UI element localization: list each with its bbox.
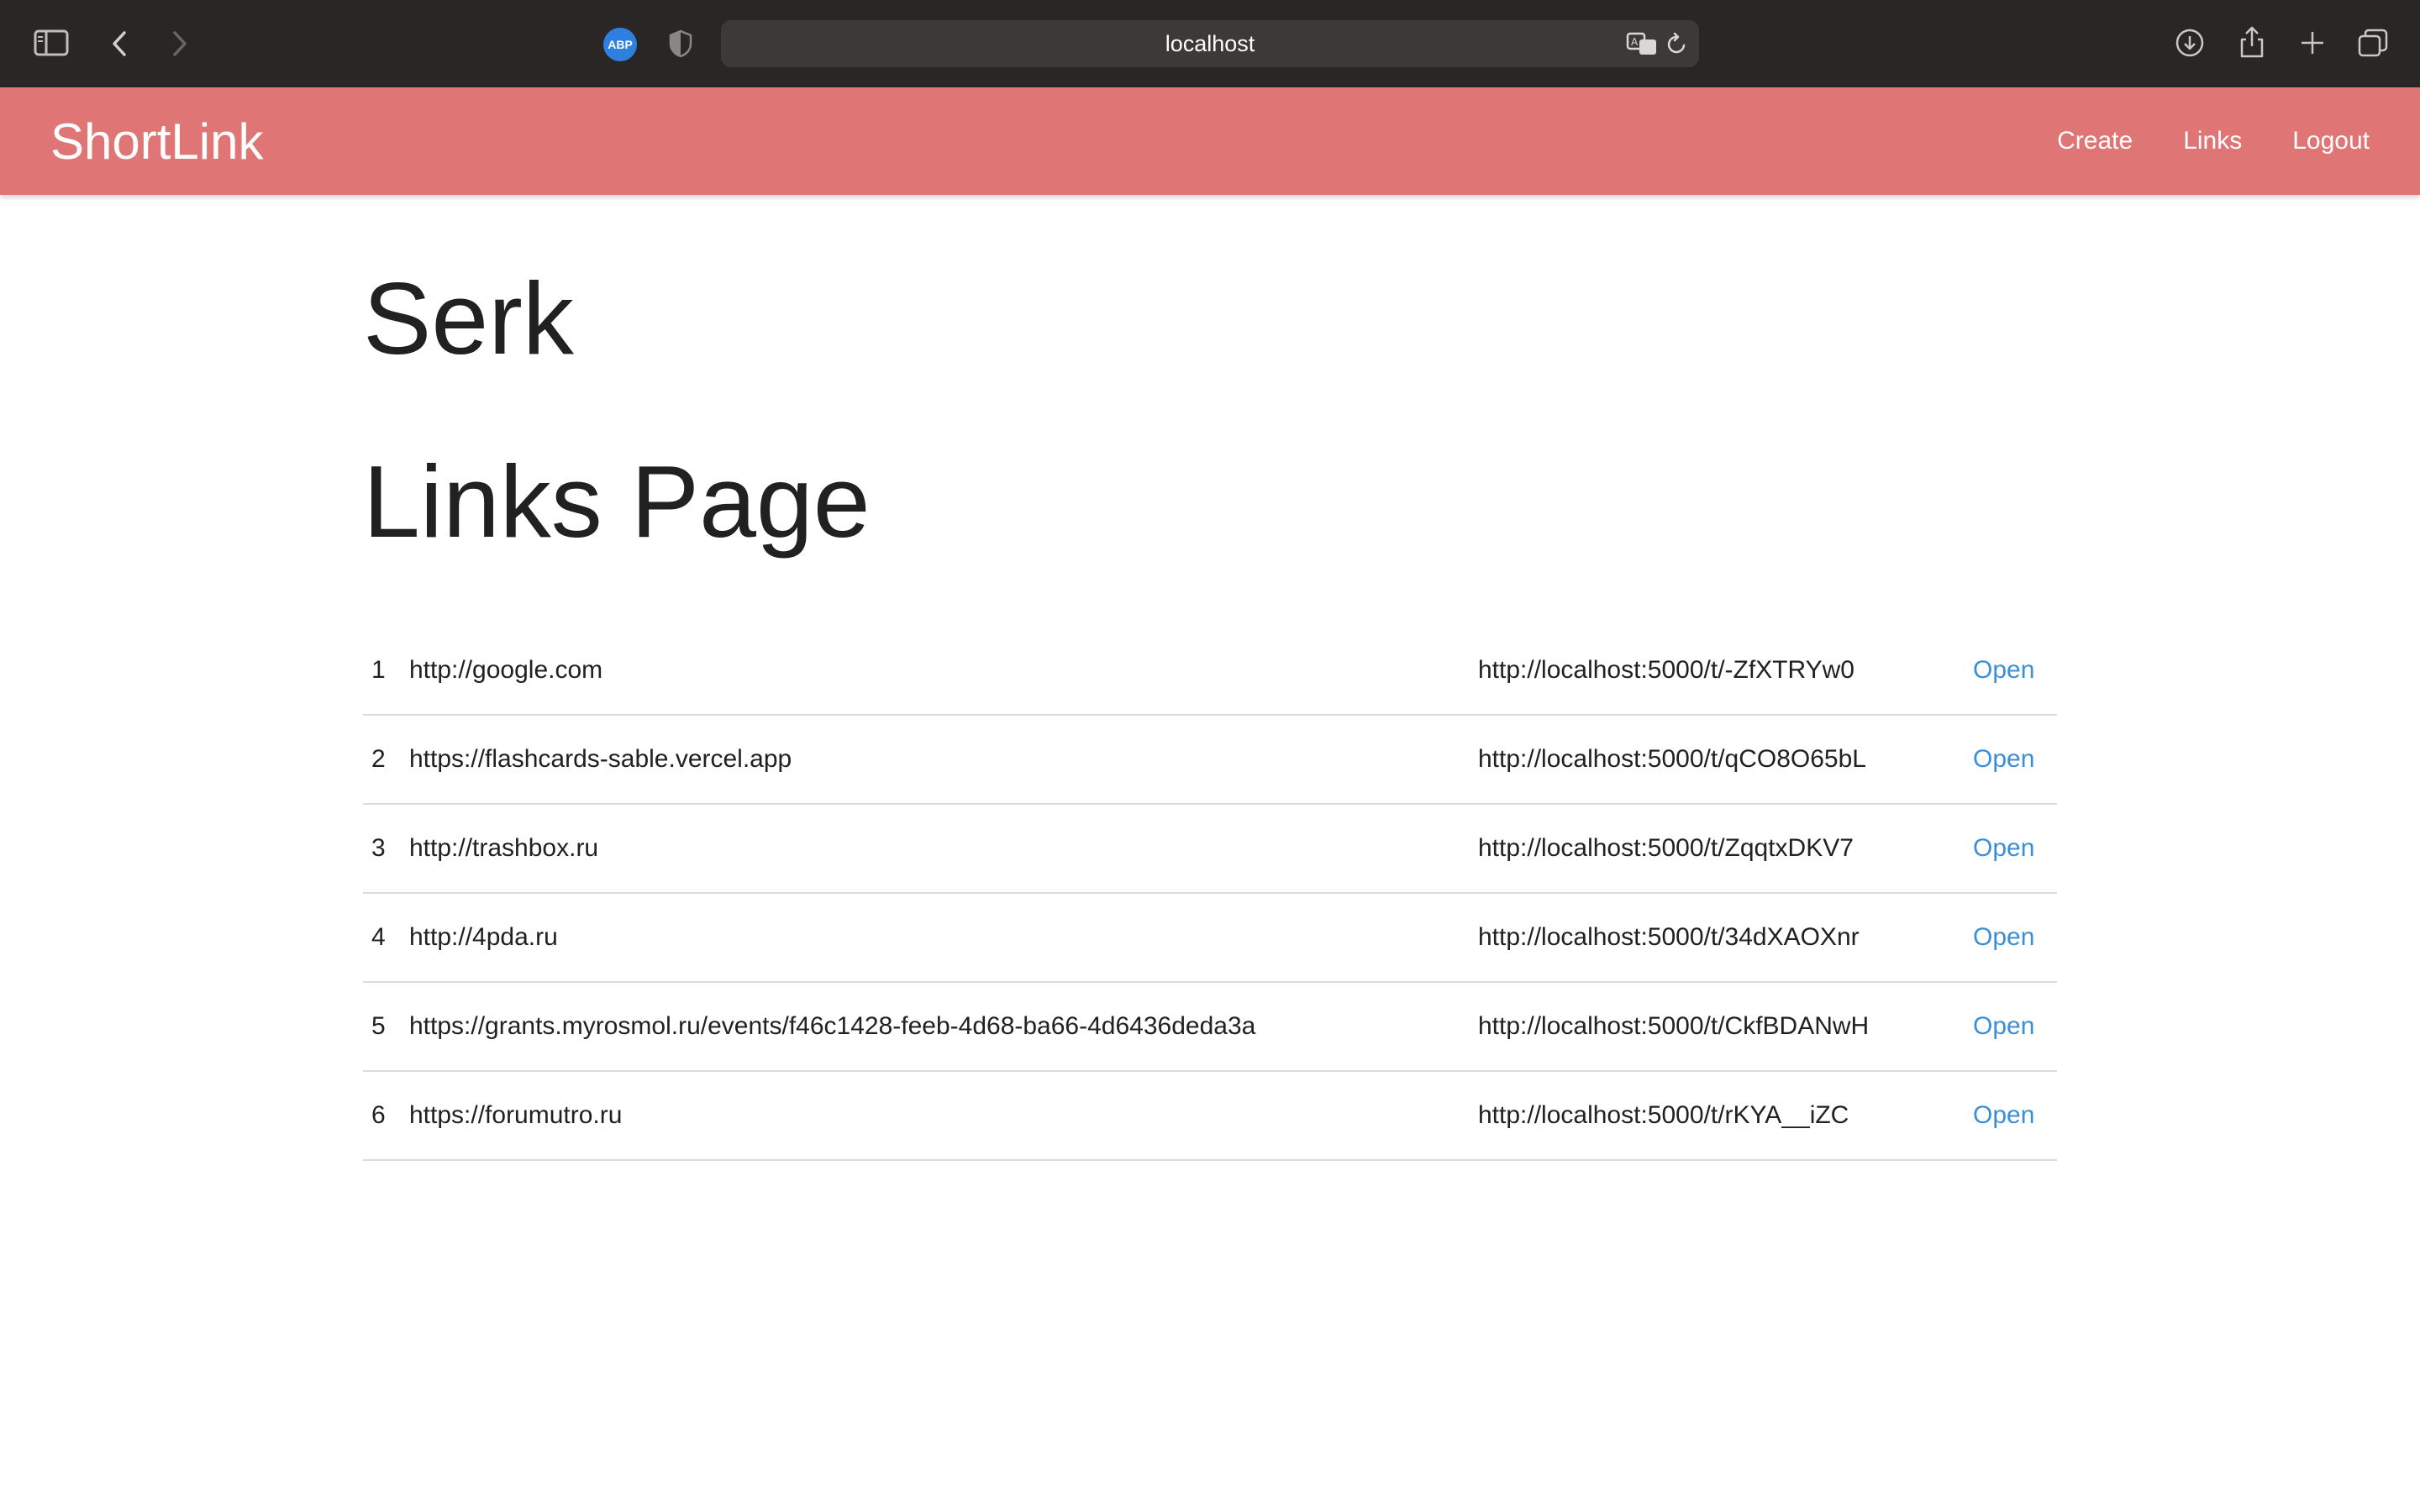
back-icon[interactable] — [104, 27, 134, 60]
row-number: 3 — [371, 834, 386, 862]
row-number: 6 — [371, 1101, 386, 1129]
open-link[interactable]: Open — [1973, 805, 2034, 892]
new-tab-icon[interactable] — [2296, 25, 2329, 60]
open-link[interactable]: Open — [1973, 716, 2034, 803]
open-link[interactable]: Open — [1973, 627, 2034, 714]
open-link[interactable]: Open — [1973, 894, 2034, 981]
original-url: https://forumutro.ru — [409, 1101, 623, 1129]
browser-toolbar: ABP localhost A — [0, 0, 2420, 87]
row-number: 5 — [371, 1012, 386, 1040]
open-link[interactable]: Open — [1973, 1072, 2034, 1159]
short-url: http://localhost:5000/t/ZqqtxDKV7 — [1478, 834, 1854, 862]
short-url: http://localhost:5000/t/34dXAOXnr — [1478, 923, 1860, 951]
open-link[interactable]: Open — [1973, 983, 2034, 1070]
tabs-overview-icon[interactable] — [2356, 25, 2390, 60]
table-row: 3 http://trashbox.ru http://localhost:50… — [363, 805, 2057, 894]
translate-icon[interactable]: A — [1625, 27, 1659, 60]
original-url: https://flashcards-sable.vercel.app — [409, 745, 792, 773]
row-number: 1 — [371, 656, 386, 684]
table-row: 2 https://flashcards-sable.vercel.app ht… — [363, 716, 2057, 805]
download-icon[interactable] — [2173, 25, 2207, 60]
reload-icon[interactable] — [1662, 27, 1692, 60]
user-name-heading: Serk — [363, 261, 574, 375]
row-number: 4 — [371, 923, 386, 951]
nav-link-links[interactable]: Links — [2183, 127, 2242, 155]
shield-icon[interactable] — [667, 27, 694, 60]
sidebar-icon[interactable] — [34, 27, 69, 59]
original-url: http://trashbox.ru — [409, 834, 599, 862]
brand-logo[interactable]: ShortLink — [50, 87, 263, 195]
original-url: https://grants.myrosmol.ru/events/f46c14… — [409, 1012, 1256, 1040]
table-row: 4 http://4pda.ru http://localhost:5000/t… — [363, 894, 2057, 983]
table-row: 6 https://forumutro.ru http://localhost:… — [363, 1072, 2057, 1161]
nav-links: Create Links Logout — [2007, 87, 2370, 195]
url-text: localhost — [1165, 30, 1255, 56]
short-url: http://localhost:5000/t/CkfBDANwH — [1478, 1012, 1870, 1040]
app-navbar: ShortLink Create Links Logout — [0, 87, 2420, 195]
links-table: 1 http://google.com http://localhost:500… — [363, 627, 2057, 1161]
svg-text:A: A — [1631, 36, 1639, 48]
table-row: 1 http://google.com http://localhost:500… — [363, 627, 2057, 716]
nav-link-create[interactable]: Create — [2057, 127, 2133, 155]
address-bar[interactable]: localhost A — [721, 20, 1699, 67]
short-url: http://localhost:5000/t/-ZfXTRYw0 — [1478, 656, 1854, 684]
row-number: 2 — [371, 745, 386, 773]
original-url: http://google.com — [409, 656, 603, 684]
page-title: Links Page — [363, 444, 871, 559]
short-url: http://localhost:5000/t/rKYA__iZC — [1478, 1101, 1849, 1129]
short-url: http://localhost:5000/t/qCO8O65bL — [1478, 745, 1866, 773]
table-row: 5 https://grants.myrosmol.ru/events/f46c… — [363, 983, 2057, 1072]
original-url: http://4pda.ru — [409, 923, 558, 951]
share-icon[interactable] — [2235, 24, 2269, 60]
adblock-icon[interactable]: ABP — [603, 28, 637, 61]
forward-icon[interactable] — [165, 27, 195, 60]
nav-link-logout[interactable]: Logout — [2292, 127, 2370, 155]
